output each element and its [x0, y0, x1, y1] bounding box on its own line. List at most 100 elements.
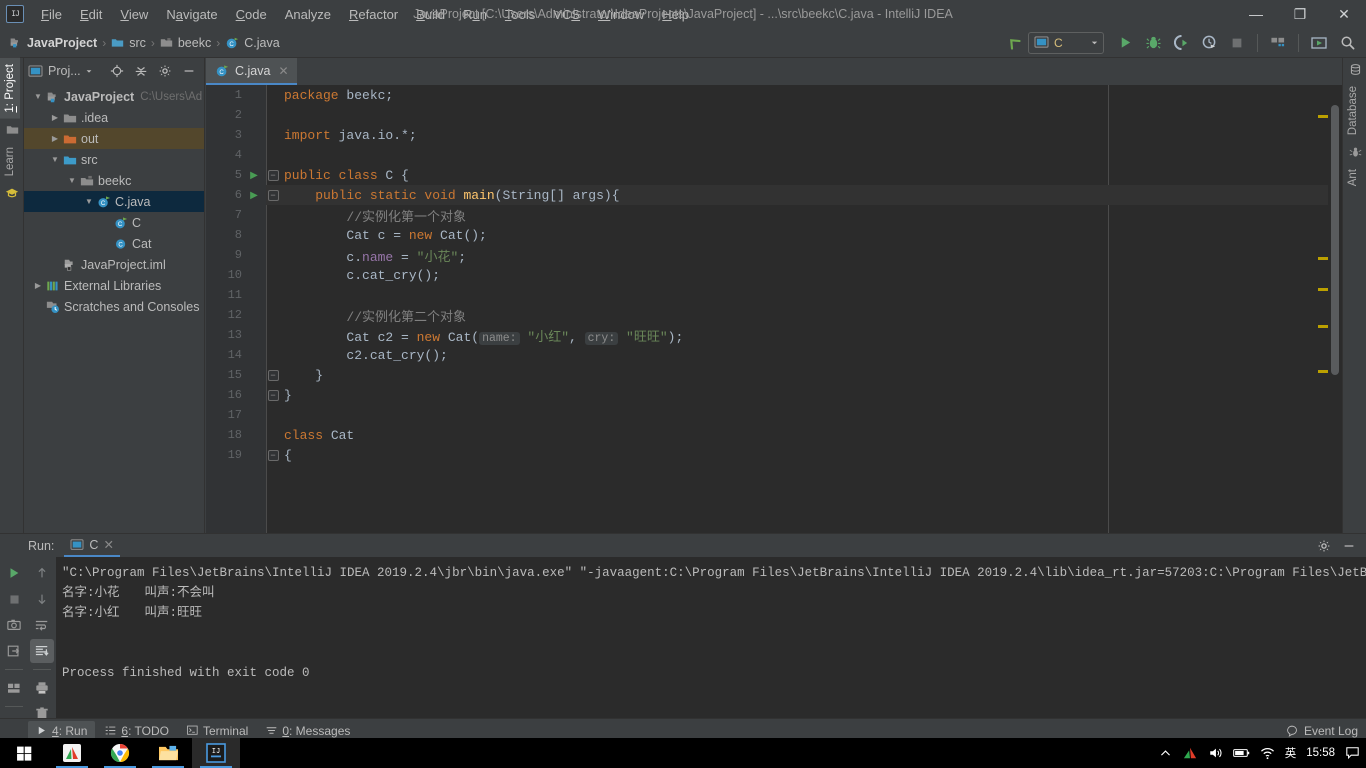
maximize-button[interactable]: ❐: [1278, 0, 1322, 28]
collapse-arrow-icon[interactable]: ▶: [49, 107, 61, 128]
run-configuration-selector[interactable]: C: [1028, 31, 1104, 54]
tree-item-idea[interactable]: ▶ .idea: [24, 107, 204, 128]
app-button[interactable]: [48, 738, 96, 768]
menu-refactor[interactable]: Refactor: [340, 3, 407, 26]
menu-navigate[interactable]: Navigate: [157, 3, 226, 26]
red-green-tray-icon[interactable]: [1182, 746, 1198, 760]
search-everywhere-icon[interactable]: [1334, 31, 1360, 55]
tree-item-scratches-and-consoles[interactable]: Scratches and Consoles: [24, 296, 204, 317]
run-icon[interactable]: [1112, 31, 1138, 55]
code-line[interactable]: 12 //实例化第二个对象: [206, 305, 1342, 325]
tree-item-javaproject[interactable]: ▼ JavaProject C:\Users\Ad: [24, 86, 204, 107]
tree-item-cat[interactable]: C Cat: [24, 233, 204, 254]
ime-icon[interactable]: 英: [1285, 745, 1297, 761]
code-line[interactable]: 4: [206, 145, 1342, 165]
editor-tab-cjava[interactable]: C C.java ✕: [206, 58, 297, 85]
code-line[interactable]: 18 class Cat: [206, 425, 1342, 445]
back-arrow-icon[interactable]: [1000, 31, 1026, 55]
run-gutter-icon[interactable]: ▶: [242, 170, 266, 181]
tree-item-external-libraries[interactable]: ▶ External Libraries: [24, 275, 204, 296]
menu-view[interactable]: View: [111, 3, 157, 26]
code-line[interactable]: 10 c.cat_cry();: [206, 265, 1342, 285]
learn-icon[interactable]: [0, 182, 24, 204]
start-button[interactable]: [0, 738, 48, 768]
clock[interactable]: 15:58: [1306, 747, 1335, 759]
code-editor[interactable]: 1 package beekc; 2 3 import java.io.*; 4 5 ▶ − pu…: [206, 85, 1342, 583]
menu-code[interactable]: Code: [227, 3, 276, 26]
close-button[interactable]: ✕: [1322, 0, 1366, 28]
tree-item-src[interactable]: ▼ src: [24, 149, 204, 170]
code-line[interactable]: 19 −{: [206, 445, 1342, 465]
rerun-icon[interactable]: [2, 561, 26, 585]
camera-icon[interactable]: [2, 613, 26, 637]
breadcrumb-src[interactable]: src: [108, 34, 149, 52]
run-with-coverage-icon[interactable]: [1168, 31, 1194, 55]
run-gutter-icon[interactable]: ▶: [242, 190, 266, 201]
project-structure-icon[interactable]: [1265, 31, 1291, 55]
event-log-button[interactable]: Event Log: [1286, 724, 1358, 738]
expand-arrow-icon[interactable]: ▼: [83, 191, 95, 212]
collapse-all-icon[interactable]: [130, 60, 152, 82]
gear-icon[interactable]: [154, 60, 176, 82]
volume-icon[interactable]: [1208, 746, 1223, 760]
expand-arrow-icon[interactable]: ▼: [66, 170, 78, 191]
code-line[interactable]: 15 − }: [206, 365, 1342, 385]
menu-run[interactable]: Run: [454, 3, 496, 26]
target-icon[interactable]: [106, 60, 128, 82]
fold-toggle-icon[interactable]: −: [266, 369, 280, 381]
console-output[interactable]: "C:\Program Files\JetBrains\IntelliJ IDE…: [56, 557, 1366, 737]
tree-item-out[interactable]: ▶ out: [24, 128, 204, 149]
update-icon[interactable]: [1306, 31, 1332, 55]
menu-edit[interactable]: Edit: [71, 3, 111, 26]
tree-item-c[interactable]: CC: [24, 212, 204, 233]
warning-marker[interactable]: [1318, 370, 1328, 373]
sidebar-tab-ant[interactable]: Ant: [1343, 163, 1363, 192]
tree-item-javaproject-iml[interactable]: JavaProject.iml: [24, 254, 204, 275]
layout-icon[interactable]: [2, 676, 26, 700]
hidden-icons-icon[interactable]: [1159, 747, 1172, 760]
minimize-button[interactable]: —: [1234, 0, 1278, 28]
warning-marker[interactable]: [1318, 115, 1328, 118]
database-icon[interactable]: [1343, 58, 1366, 80]
down-arrow-icon[interactable]: [30, 587, 54, 611]
fold-toggle-icon[interactable]: −: [266, 189, 280, 201]
run-tab-c[interactable]: C ✕: [64, 534, 120, 557]
project-panel-title[interactable]: Proj...: [48, 64, 93, 78]
stop-icon[interactable]: [1224, 31, 1250, 55]
code-line[interactable]: 2: [206, 105, 1342, 125]
intellij-button[interactable]: IJ: [192, 738, 240, 768]
menu-help[interactable]: Help: [653, 3, 698, 26]
breadcrumb-cjava[interactable]: C C.java: [222, 34, 282, 52]
code-line[interactable]: 7 //实例化第一个对象: [206, 205, 1342, 225]
project-tree[interactable]: ▼ JavaProject C:\Users\Ad ▶ .idea ▶ out ▼ src ▼ be…: [24, 84, 204, 575]
code-line[interactable]: 9 c.name = "小花";: [206, 245, 1342, 265]
code-line[interactable]: 6 ▶ − public static void main(String[] arg…: [206, 185, 1342, 205]
code-line[interactable]: 13 Cat c2 = new Cat(name: "小红", cry: "旺旺…: [206, 325, 1342, 345]
menu-analyze[interactable]: Analyze: [276, 3, 340, 26]
code-line[interactable]: 11: [206, 285, 1342, 305]
stop-icon[interactable]: [2, 587, 26, 611]
sidebar-tab-database[interactable]: Database: [1343, 80, 1363, 141]
gear-icon[interactable]: [1313, 535, 1335, 557]
warning-marker[interactable]: [1318, 325, 1328, 328]
up-arrow-icon[interactable]: [30, 561, 54, 585]
breadcrumb-beekc[interactable]: beekc: [157, 34, 214, 52]
soft-wrap-icon[interactable]: [30, 613, 54, 637]
fold-toggle-icon[interactable]: −: [266, 389, 280, 401]
close-icon[interactable]: ✕: [103, 537, 113, 552]
menu-window[interactable]: Window: [589, 3, 653, 26]
warning-marker[interactable]: [1318, 257, 1328, 260]
editor-scrollbar[interactable]: [1328, 85, 1342, 583]
warning-marker[interactable]: [1318, 288, 1328, 291]
print-icon[interactable]: [30, 676, 54, 700]
hide-icon[interactable]: [1338, 535, 1360, 557]
menu-vcs[interactable]: VCS: [544, 3, 589, 26]
hide-icon[interactable]: [178, 60, 200, 82]
sidebar-tab-project[interactable]: 1: Project: [0, 58, 20, 119]
code-line[interactable]: 3 import java.io.*;: [206, 125, 1342, 145]
export-icon[interactable]: [2, 639, 26, 663]
folder-icon[interactable]: [0, 119, 24, 141]
close-icon[interactable]: ✕: [278, 64, 288, 78]
tree-item-c-java[interactable]: ▼ C C.java: [24, 191, 204, 212]
menu-file[interactable]: File: [32, 3, 71, 26]
